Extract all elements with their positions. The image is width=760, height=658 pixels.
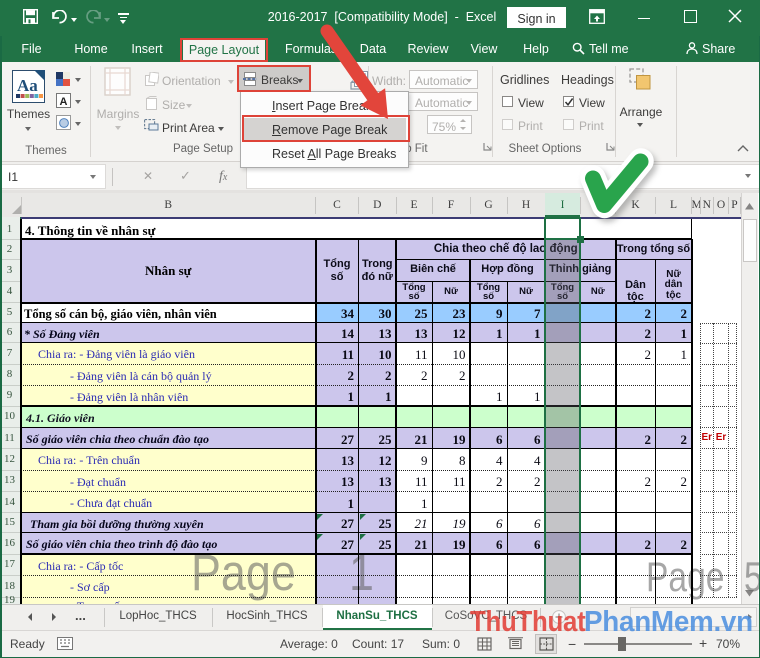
svg-text:Aa: Aa <box>17 76 38 95</box>
